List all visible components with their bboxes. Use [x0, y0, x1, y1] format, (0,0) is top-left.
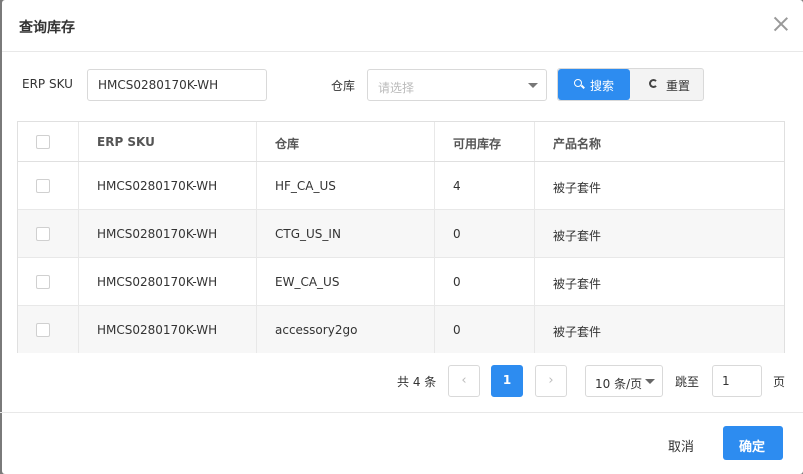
stock-value: 0	[453, 227, 461, 241]
pagination-total: 共 4 条	[397, 375, 437, 389]
stock-value: 4	[453, 179, 461, 193]
stock-value: 0	[453, 275, 461, 289]
row-checkbox-cell	[18, 210, 79, 257]
warehouse-value: EW_CA_US	[275, 275, 340, 289]
row-checkbox-cell	[18, 162, 79, 209]
cell-stock: 0	[435, 258, 535, 305]
header-sku-label: ERP SKU	[97, 135, 155, 149]
table-header-row: ERP SKU 仓库 可用库存 产品名称	[18, 122, 784, 162]
prev-page-button[interactable]: ‹	[448, 365, 480, 397]
sku-input[interactable]	[87, 69, 267, 101]
sku-label: ERP SKU	[22, 77, 73, 91]
table-row[interactable]: HMCS0280170K-WH HF_CA_US 4 被子套件	[18, 162, 784, 210]
dialog-header: 查询库存	[2, 0, 803, 52]
confirm-button-label: 确定	[739, 440, 766, 455]
row-checkbox[interactable]	[36, 227, 50, 241]
stock-value: 0	[453, 323, 461, 337]
inventory-table: ERP SKU 仓库 可用库存 产品名称 HMCS0280170K-WH HF_…	[17, 121, 785, 353]
jump-to-label: 跳至	[675, 375, 700, 389]
table-row[interactable]: HMCS0280170K-WH EW_CA_US 0 被子套件	[18, 258, 784, 306]
header-cell-warehouse: 仓库	[257, 122, 435, 161]
warehouse-select[interactable]: 请选择	[367, 69, 547, 101]
sku-value: HMCS0280170K-WH	[97, 227, 218, 241]
cell-warehouse: HF_CA_US	[257, 162, 435, 209]
chevron-right-icon: ›	[548, 373, 554, 388]
chevron-down-icon	[645, 379, 655, 384]
table-row[interactable]: HMCS0280170K-WH accessory2go 0 被子套件	[18, 306, 784, 353]
reset-button-label: 重置	[666, 79, 691, 93]
row-checkbox[interactable]	[36, 275, 50, 289]
refresh-icon	[649, 79, 658, 88]
close-icon[interactable]	[773, 16, 789, 32]
row-checkbox-cell	[18, 258, 79, 305]
page-number-button[interactable]: 1	[491, 365, 523, 397]
warehouse-label: 仓库	[331, 79, 356, 93]
search-icon	[574, 79, 582, 87]
product-name-value: 被子套件	[553, 325, 602, 339]
product-name-value: 被子套件	[553, 229, 602, 243]
cell-warehouse: CTG_US_IN	[257, 210, 435, 257]
sku-value: HMCS0280170K-WH	[97, 275, 218, 289]
sku-value: HMCS0280170K-WH	[97, 323, 218, 337]
row-checkbox[interactable]	[36, 179, 50, 193]
cell-sku: HMCS0280170K-WH	[79, 162, 257, 209]
cell-stock: 0	[435, 306, 535, 353]
cell-sku: HMCS0280170K-WH	[79, 210, 257, 257]
header-cell-name: 产品名称	[535, 122, 786, 161]
search-button[interactable]: 搜索	[558, 69, 630, 100]
cell-name: 被子套件	[535, 162, 786, 209]
dialog-title: 查询库存	[19, 20, 75, 36]
page-size-value: 10 条/页	[595, 377, 643, 391]
cancel-button-label: 取消	[668, 440, 695, 455]
jump-page-input[interactable]	[712, 365, 762, 397]
table-row[interactable]: HMCS0280170K-WH CTG_US_IN 0 被子套件	[18, 210, 784, 258]
product-name-value: 被子套件	[553, 181, 602, 195]
product-name-value: 被子套件	[553, 277, 602, 291]
cell-sku: HMCS0280170K-WH	[79, 306, 257, 353]
warehouse-value: HF_CA_US	[275, 179, 336, 193]
chevron-left-icon: ‹	[461, 373, 467, 388]
header-cell-stock: 可用库存	[435, 122, 535, 161]
next-page-button[interactable]: ›	[535, 365, 567, 397]
cell-sku: HMCS0280170K-WH	[79, 258, 257, 305]
header-stock-label: 可用库存	[453, 137, 502, 151]
warehouse-placeholder: 请选择	[378, 81, 415, 95]
cell-stock: 0	[435, 210, 535, 257]
cell-warehouse: EW_CA_US	[257, 258, 435, 305]
cell-name: 被子套件	[535, 258, 786, 305]
row-checkbox-cell	[18, 306, 79, 353]
page-suffix-label: 页	[773, 375, 786, 389]
chevron-down-icon	[528, 83, 538, 88]
confirm-button[interactable]: 确定	[723, 426, 783, 460]
header-name-label: 产品名称	[553, 137, 602, 151]
cell-warehouse: accessory2go	[257, 306, 435, 353]
header-warehouse-label: 仓库	[275, 137, 300, 151]
search-button-label: 搜索	[590, 79, 615, 93]
sku-value: HMCS0280170K-WH	[97, 179, 218, 193]
row-checkbox[interactable]	[36, 323, 50, 337]
cell-name: 被子套件	[535, 210, 786, 257]
page-size-select[interactable]: 10 条/页	[585, 365, 663, 397]
cancel-button[interactable]: 取消	[652, 426, 712, 460]
select-all-checkbox[interactable]	[36, 135, 50, 149]
cell-stock: 4	[435, 162, 535, 209]
warehouse-value: accessory2go	[275, 323, 358, 337]
cell-name: 被子套件	[535, 306, 786, 353]
header-cell-sku: ERP SKU	[79, 122, 257, 161]
header-checkbox-cell	[18, 122, 79, 161]
warehouse-value: CTG_US_IN	[275, 227, 341, 241]
reset-button[interactable]: 重置	[632, 69, 703, 100]
